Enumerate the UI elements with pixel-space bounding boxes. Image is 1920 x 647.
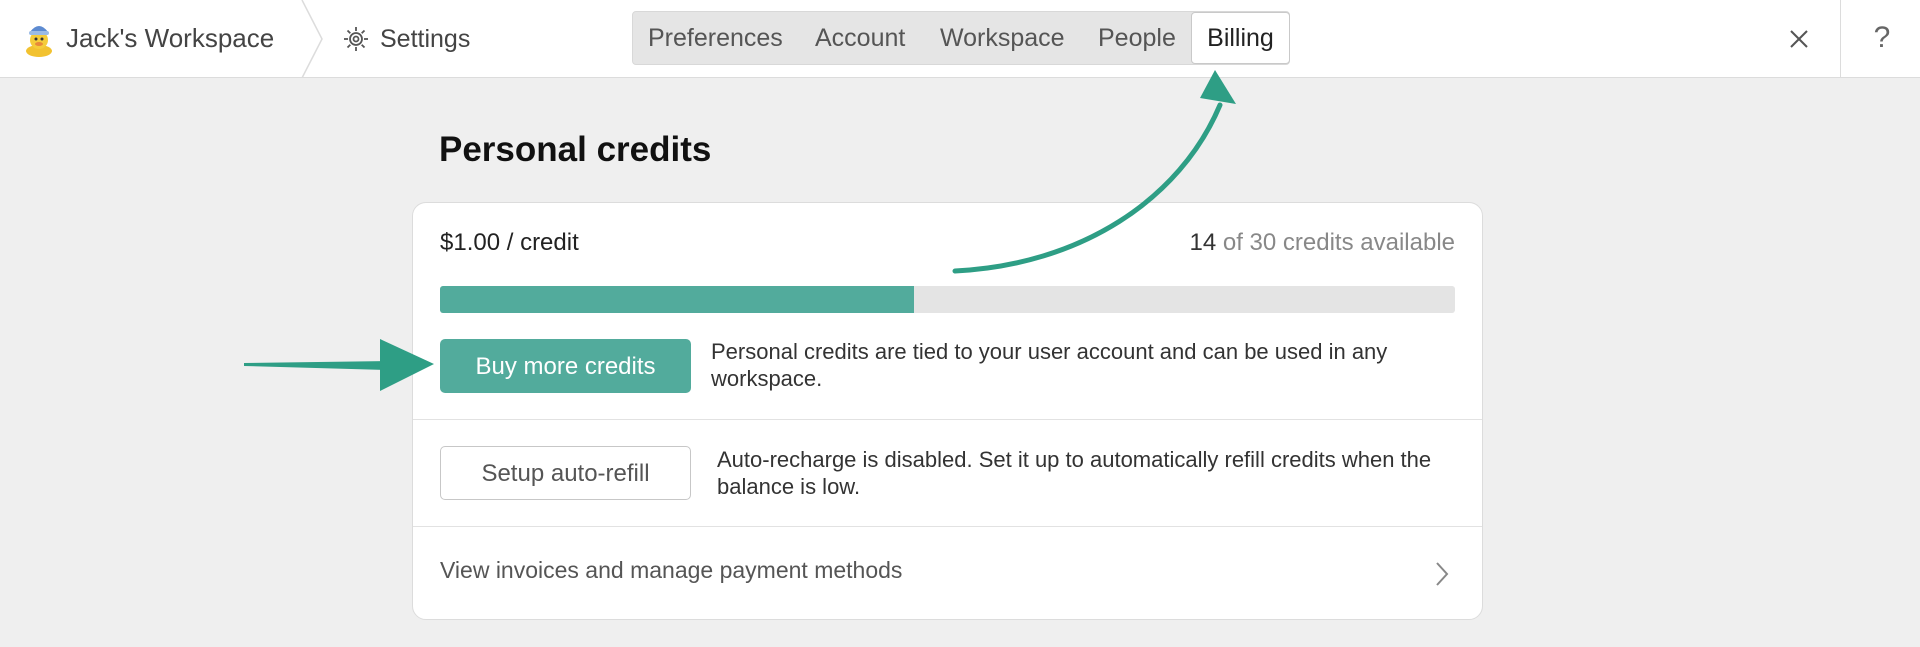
settings-breadcrumb[interactable]: Settings — [342, 20, 470, 58]
toolbar-divider — [1840, 0, 1841, 78]
settings-tabs: Preferences Account Workspace People Bil… — [632, 11, 1290, 65]
chevron-right-icon — [1436, 562, 1449, 586]
divider — [413, 419, 1482, 420]
help-button[interactable]: ? — [1862, 16, 1902, 60]
price-per-credit: $1.00 / credit — [440, 229, 579, 256]
auto-refill-description: Auto-recharge is disabled. Set it up to … — [717, 447, 1432, 499]
setup-auto-refill-button[interactable]: Setup auto-refill — [440, 446, 691, 500]
credits-progress-fill — [440, 286, 914, 313]
top-bar: Jack's Workspace Settings Preferences Ac… — [0, 0, 1920, 78]
buy-credits-description: Personal credits are tied to your user a… — [711, 339, 1388, 391]
close-icon[interactable] — [1781, 21, 1817, 57]
buy-more-credits-button[interactable]: Buy more credits — [440, 339, 691, 393]
settings-label: Settings — [380, 24, 471, 53]
credits-progress-bar — [440, 286, 1455, 313]
credits-available-suffix: of 30 credits available — [1216, 229, 1455, 256]
credits-card: $1.00 / credit 14 of 30 credits availabl… — [412, 202, 1483, 620]
straight-arrow-to-buy-button — [244, 361, 388, 370]
tab-preferences[interactable]: Preferences — [648, 12, 783, 64]
gear-icon — [344, 27, 368, 51]
section-title: Personal credits — [439, 130, 712, 169]
tab-workspace[interactable]: Workspace — [940, 12, 1065, 64]
duck-avatar-icon — [26, 26, 52, 57]
tab-account[interactable]: Account — [815, 12, 905, 64]
credits-available: 14 of 30 credits available — [1189, 229, 1455, 257]
credits-available-count: 14 — [1189, 229, 1217, 256]
view-invoices-link[interactable]: View invoices and manage payment methods — [413, 526, 1482, 620]
view-invoices-label: View invoices and manage payment methods — [440, 557, 903, 583]
tab-people[interactable]: People — [1098, 12, 1176, 64]
breadcrumb-separator — [301, 0, 323, 78]
workspace-switcher[interactable]: Jack's Workspace — [22, 18, 274, 58]
workspace-name: Jack's Workspace — [66, 22, 275, 53]
tab-billing[interactable]: Billing — [1191, 12, 1290, 64]
